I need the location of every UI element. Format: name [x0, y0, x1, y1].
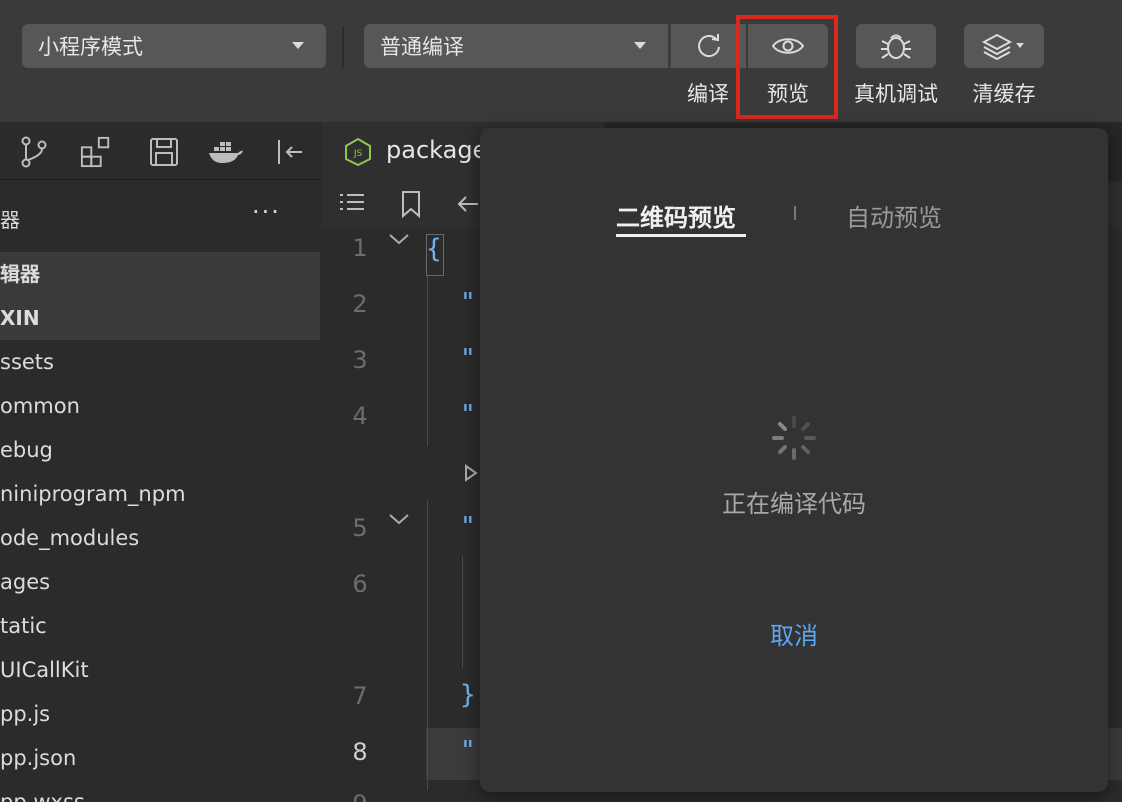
- tree-item[interactable]: ommon: [0, 384, 320, 428]
- tree-item[interactable]: UICallKit: [0, 648, 320, 692]
- tab-auto-preview[interactable]: 自动预览: [846, 198, 942, 233]
- svg-text:JS: JS: [353, 149, 363, 159]
- save-icon[interactable]: [148, 136, 180, 168]
- collapsed-fold-icon[interactable]: [464, 464, 478, 482]
- line-number: 4: [352, 402, 368, 430]
- chevron-down-icon: [292, 42, 304, 49]
- compile-mode-select[interactable]: 普通编译: [364, 24, 668, 68]
- bookmark-icon[interactable]: [400, 190, 422, 218]
- tree-item[interactable]: tatic: [0, 604, 320, 648]
- compile-select-value: 普通编译: [380, 35, 464, 59]
- code-token: ": [460, 400, 476, 430]
- source-control-icon[interactable]: [18, 136, 50, 168]
- explorer-header: 器 ···: [0, 180, 320, 256]
- fold-chevron-icon[interactable]: [388, 512, 410, 526]
- code-token: ": [460, 344, 476, 374]
- eye-icon: [771, 38, 805, 54]
- compiling-status: 正在编译代码: [722, 490, 866, 518]
- file-explorer: 器 ··· 辑器 XIN ssets ommon ebug niniprogra…: [0, 180, 320, 802]
- tab-separator: [794, 206, 796, 220]
- nodejs-icon: JS: [345, 138, 371, 166]
- indent-guide: [427, 276, 428, 446]
- line-number: 1: [352, 234, 368, 262]
- code-token: ": [460, 288, 476, 318]
- code-token: {: [426, 234, 442, 264]
- compile-button[interactable]: [670, 24, 746, 68]
- arrow-left-icon[interactable]: [456, 192, 480, 216]
- code-token: ": [460, 512, 476, 542]
- loading-spinner-icon: [772, 416, 816, 460]
- explorer-title: 器: [0, 208, 20, 232]
- docker-icon[interactable]: [208, 136, 244, 168]
- code-token: }: [460, 680, 476, 710]
- indent-guide: [462, 556, 463, 668]
- chevron-down-icon: [634, 42, 646, 49]
- editor-tab-label[interactable]: package: [386, 136, 487, 164]
- clear-cache-label[interactable]: 清缓存: [960, 78, 1048, 108]
- refresh-icon: [697, 34, 720, 58]
- activity-bar: [0, 122, 320, 180]
- tree-item[interactable]: pp.js: [0, 692, 320, 736]
- indent-guide: [427, 500, 428, 790]
- code-token: ": [460, 736, 476, 766]
- real-device-debug-label[interactable]: 真机调试: [846, 78, 946, 108]
- preview-button[interactable]: [748, 24, 828, 68]
- tree-item[interactable]: pp.json: [0, 736, 320, 780]
- more-options-icon[interactable]: ···: [252, 198, 281, 226]
- line-number: 9: [340, 790, 380, 802]
- tree-item[interactable]: ssets: [0, 340, 320, 384]
- tree-item[interactable]: niniprogram_npm: [0, 472, 320, 516]
- mode-select-value: 小程序模式: [38, 35, 143, 59]
- preview-label[interactable]: 预览: [748, 78, 828, 108]
- real-device-debug-button[interactable]: [856, 24, 936, 68]
- toolbar-divider: [342, 26, 344, 68]
- tree-item[interactable]: ages: [0, 560, 320, 604]
- line-number: 5: [352, 514, 368, 542]
- tree-item[interactable]: ode_modules: [0, 516, 320, 560]
- active-tab-underline: [616, 234, 746, 237]
- extensions-icon[interactable]: [80, 136, 112, 168]
- layers-icon: [981, 33, 1024, 61]
- line-number: 8: [352, 738, 368, 766]
- bug-icon: [881, 34, 911, 59]
- project-section[interactable]: XIN: [0, 296, 320, 340]
- tab-qr-code-preview[interactable]: 二维码预览: [616, 198, 736, 233]
- line-number: 6: [352, 570, 368, 598]
- line-number: 3: [352, 346, 368, 374]
- cancel-button[interactable]: 取消: [480, 616, 1108, 651]
- open-editors-section[interactable]: 辑器: [0, 252, 320, 296]
- outline-icon[interactable]: [338, 192, 366, 216]
- compile-label[interactable]: 编译: [670, 78, 746, 108]
- tree-item[interactable]: pp.wxss: [0, 780, 320, 802]
- tree-item[interactable]: ebug: [0, 428, 320, 472]
- line-number: 2: [352, 290, 368, 318]
- clear-cache-button[interactable]: [964, 24, 1044, 68]
- mode-select[interactable]: 小程序模式: [22, 24, 326, 68]
- line-number: 7: [352, 682, 368, 710]
- fold-chevron-icon[interactable]: [388, 232, 410, 246]
- collapse-panel-icon[interactable]: [274, 136, 306, 168]
